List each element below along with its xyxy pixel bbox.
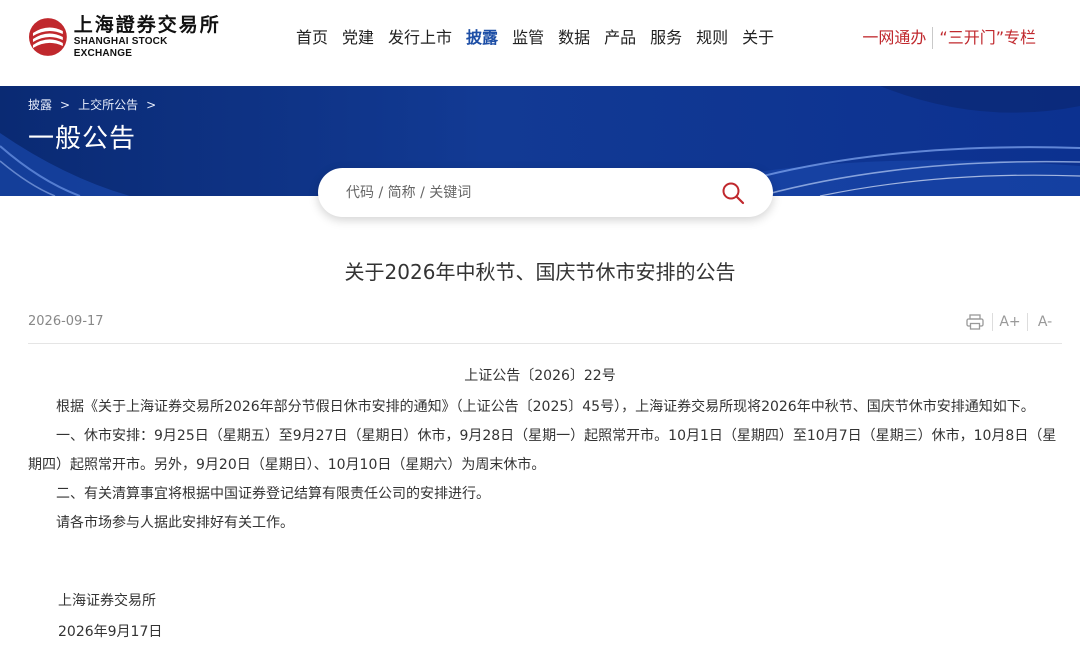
search-box: [318, 168, 773, 217]
signature-date: 2026年9月17日: [58, 624, 163, 640]
paragraph-closing: 请各市场参与人据此安排好有关工作。: [56, 515, 294, 531]
nav-rules[interactable]: 规则: [696, 24, 728, 52]
nav-products[interactable]: 产品: [604, 24, 636, 52]
publish-date: 2026-09-17: [28, 314, 104, 329]
breadcrumb: 披露 > 上交所公告 >: [28, 96, 164, 113]
font-decrease-button[interactable]: A-: [1028, 310, 1062, 334]
link-divider: [932, 27, 934, 49]
print-button[interactable]: [958, 310, 992, 334]
article-tools: A+ A-: [958, 310, 1062, 334]
paragraph-intro: 根据《关于上海证券交易所2026年部分节假日休市安排的通知》（上证公告〔2025…: [56, 399, 1035, 415]
page-title: 一般公告: [28, 124, 137, 154]
article-body: 根据《关于上海证券交易所2026年部分节假日休市安排的通知》（上证公告〔2025…: [28, 393, 1068, 538]
logo-english-name: SHANGHAI STOCK EXCHANGE: [73, 36, 168, 59]
paragraph-schedule: 一、休市安排：9月25日（星期五）至9月27日（星期日）休市，9月28日（星期一…: [28, 428, 1057, 473]
three-open-column-link[interactable]: “三开门”专栏: [939, 24, 1036, 52]
one-stop-service-link[interactable]: 一网通办: [862, 24, 926, 52]
print-icon: [966, 314, 984, 330]
article-meta-bar: 2026-09-17 A+ A-: [28, 306, 1062, 344]
nav-about[interactable]: 关于: [742, 24, 774, 52]
logo-chinese-name: 上海證券交易所: [73, 14, 221, 36]
nav-disclosure[interactable]: 披露: [466, 24, 498, 52]
nav-data[interactable]: 数据: [558, 24, 590, 52]
site-header: 上海證券交易所 SHANGHAI STOCK EXCHANGE 首页 党建 发行…: [0, 0, 1080, 86]
document-number: 上证公告〔2026〕22号: [464, 368, 616, 384]
breadcrumb-sse-announcements[interactable]: 上交所公告: [78, 96, 138, 113]
header-quick-links: 一网通办 “三开门”专栏: [862, 24, 1036, 52]
nav-services[interactable]: 服务: [650, 24, 682, 52]
chevron-right-icon: >: [60, 97, 71, 112]
nav-home[interactable]: 首页: [296, 24, 328, 52]
paragraph-clearing: 二、有关清算事宜将根据中国证券登记结算有限责任公司的安排进行。: [56, 486, 490, 502]
font-increase-button[interactable]: A+: [993, 310, 1027, 334]
search-input[interactable]: [346, 168, 706, 217]
main-nav: 首页 党建 发行上市 披露 监管 数据 产品 服务 规则 关于: [296, 24, 788, 52]
signature-org: 上海证券交易所: [58, 593, 156, 609]
chevron-right-icon: >: [146, 97, 157, 112]
nav-regulation[interactable]: 监管: [512, 24, 544, 52]
search-icon[interactable]: [721, 181, 745, 205]
sse-logo[interactable]: 上海證券交易所 SHANGHAI STOCK EXCHANGE: [28, 14, 228, 59]
article-title: 关于2026年中秋节、国庆节休市安排的公告: [344, 260, 736, 284]
sse-logo-icon: [28, 18, 67, 56]
nav-party[interactable]: 党建: [342, 24, 374, 52]
nav-listing[interactable]: 发行上市: [388, 24, 452, 52]
breadcrumb-disclosure[interactable]: 披露: [28, 96, 52, 113]
